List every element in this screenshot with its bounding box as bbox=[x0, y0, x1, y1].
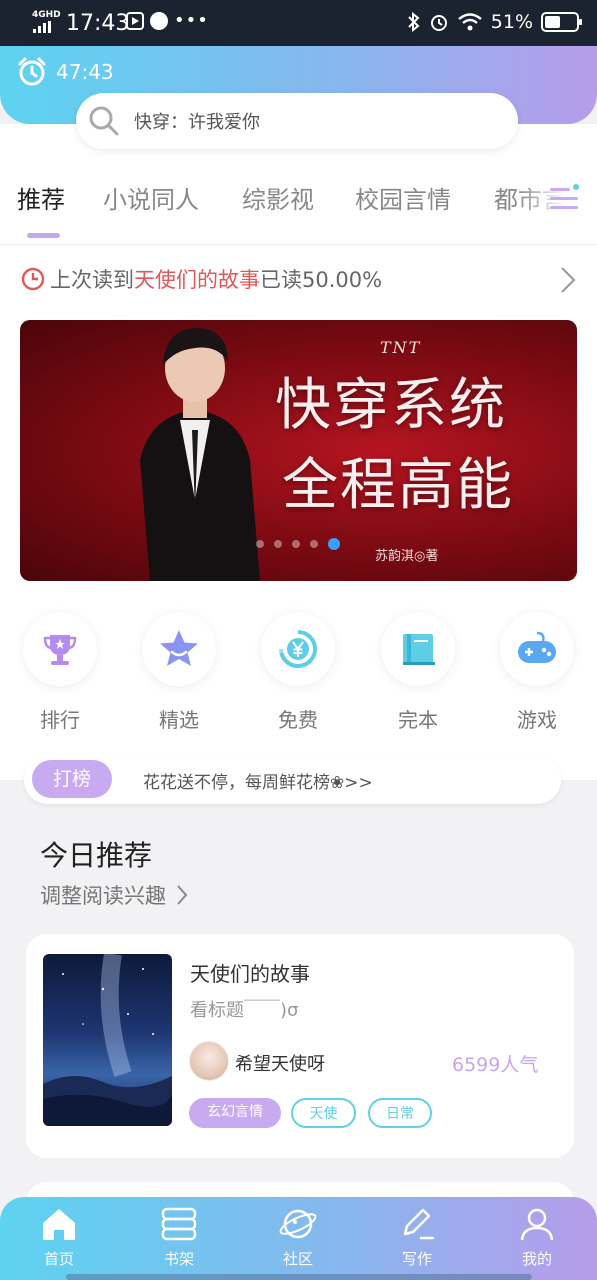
genre-tag[interactable]: 玄幻言情 bbox=[189, 1098, 281, 1128]
banner-figure bbox=[140, 328, 260, 581]
rank-badge[interactable]: 打榜 bbox=[32, 760, 112, 798]
nav-label: 我的 bbox=[521, 1250, 552, 1268]
section-title: 今日推荐 bbox=[40, 839, 153, 872]
nav-label: 写作 bbox=[401, 1250, 432, 1268]
book-cover[interactable] bbox=[43, 954, 172, 1126]
nav-home[interactable]: 首页 bbox=[24, 1206, 94, 1269]
tab-fanfic[interactable]: 小说同人 bbox=[103, 180, 199, 215]
timer-text: 47:43 bbox=[56, 60, 114, 84]
category-tabs: 推荐 小说同人 综影视 校园言情 都市言情 bbox=[0, 176, 597, 226]
chevron-right-icon bbox=[177, 885, 188, 905]
last-read-prefix: 上次读到 bbox=[50, 268, 134, 292]
gamepad-icon bbox=[518, 631, 556, 663]
banner-pagination bbox=[256, 538, 340, 550]
reading-timer[interactable]: 47:43 bbox=[16, 56, 114, 88]
quick-link-label: 排行 bbox=[40, 708, 80, 732]
app-icon bbox=[126, 12, 144, 30]
alarm-clock-icon bbox=[18, 57, 46, 86]
tab-film-tv[interactable]: 综影视 bbox=[242, 180, 314, 215]
battery-percent: 51% bbox=[490, 11, 533, 33]
clock: 17:43 bbox=[66, 11, 130, 36]
active-tab-indicator bbox=[27, 233, 60, 238]
category-menu-icon[interactable] bbox=[546, 182, 582, 216]
history-clock-icon bbox=[21, 267, 45, 291]
search-bar[interactable]: 快穿：许我爱你 bbox=[76, 93, 518, 149]
profile-icon bbox=[520, 1208, 554, 1241]
banner-dot[interactable] bbox=[256, 540, 264, 548]
banner-dot-active[interactable] bbox=[328, 538, 340, 550]
quick-link-ranking[interactable]: 排行 bbox=[20, 612, 100, 733]
book-title[interactable]: 天使们的故事 bbox=[190, 958, 310, 987]
signal-icon bbox=[33, 21, 51, 33]
quick-link-label: 完本 bbox=[398, 708, 438, 732]
adjust-interests-link[interactable]: 调整阅读兴趣 bbox=[40, 880, 188, 910]
nav-community[interactable]: 社区 bbox=[263, 1206, 333, 1269]
gesture-bar bbox=[66, 1274, 532, 1280]
write-icon bbox=[403, 1208, 435, 1240]
banner-dot[interactable] bbox=[274, 540, 282, 548]
banner-title-line2: 全程高能 bbox=[282, 453, 514, 518]
community-icon bbox=[279, 1209, 317, 1239]
home-icon bbox=[43, 1209, 75, 1240]
quick-link-label: 游戏 bbox=[517, 708, 557, 732]
banner-author: 苏韵淇◎著 bbox=[375, 549, 439, 564]
book-icon bbox=[403, 634, 435, 665]
alarm-icon bbox=[430, 15, 447, 31]
banner-title-line1: 快穿系统 bbox=[275, 373, 507, 438]
wifi-icon bbox=[458, 13, 482, 31]
tab-recommend[interactable]: 推荐 bbox=[17, 180, 65, 215]
quick-link-completed[interactable]: 完本 bbox=[378, 612, 458, 733]
search-icon bbox=[89, 106, 119, 136]
cover-art bbox=[43, 954, 172, 1126]
nav-profile[interactable]: 我的 bbox=[502, 1206, 572, 1269]
yen-coin-icon bbox=[279, 630, 318, 668]
rank-strip-text[interactable]: 花花送不停，每周鲜花榜❀>> bbox=[143, 768, 373, 793]
last-read-book: 天使们的故事 bbox=[134, 268, 260, 292]
nav-label: 社区 bbox=[282, 1250, 313, 1268]
bookshelf-icon bbox=[161, 1207, 197, 1241]
nav-bookshelf[interactable]: 书架 bbox=[144, 1206, 214, 1269]
book-description: 看标题￣￣)σ bbox=[190, 1000, 299, 1021]
quick-link-games[interactable]: 游戏 bbox=[497, 612, 577, 733]
tab-campus-romance[interactable]: 校园言情 bbox=[355, 180, 451, 215]
last-read-progress: 已读50.00% bbox=[260, 268, 383, 292]
last-read-bar[interactable]: 上次读到 天使们的故事 已读50.00% bbox=[20, 264, 382, 294]
author-name[interactable]: 希望天使呀 bbox=[235, 1050, 325, 1076]
search-placeholder: 快穿：许我爱你 bbox=[134, 112, 260, 133]
adjust-interests-label: 调整阅读兴趣 bbox=[40, 884, 166, 908]
banner-dot[interactable] bbox=[310, 540, 318, 548]
star-icon bbox=[160, 630, 198, 666]
popularity-count: 6599人气 bbox=[452, 1054, 539, 1076]
quick-link-label: 免费 bbox=[278, 708, 318, 732]
status-bar: 4GHD 17:43 ••• 51% bbox=[0, 0, 597, 46]
tabs-divider bbox=[0, 244, 597, 245]
network-type: 4GHD bbox=[32, 10, 61, 20]
nav-label: 首页 bbox=[43, 1250, 74, 1268]
trophy-icon bbox=[43, 635, 77, 665]
chevron-right-icon[interactable] bbox=[560, 266, 576, 294]
author-avatar[interactable] bbox=[189, 1041, 229, 1081]
promo-banner[interactable]: TNT 快穿系统 全程高能 苏韵淇◎著 bbox=[20, 320, 577, 581]
nav-label: 书架 bbox=[163, 1250, 194, 1268]
compass-icon bbox=[150, 12, 168, 30]
tag[interactable]: 日常 bbox=[368, 1098, 432, 1128]
banner-dot[interactable] bbox=[292, 540, 300, 548]
tag[interactable]: 天使 bbox=[291, 1098, 356, 1128]
bluetooth-icon bbox=[408, 12, 420, 32]
more-dots-icon: ••• bbox=[174, 10, 209, 31]
quick-links: 排行 精选 免费 完本 游戏 bbox=[0, 612, 597, 742]
quick-link-free[interactable]: 免费 bbox=[258, 612, 338, 733]
quick-link-featured[interactable]: 精选 bbox=[139, 612, 219, 733]
nav-write[interactable]: 写作 bbox=[382, 1206, 452, 1269]
banner-small-title: TNT bbox=[380, 338, 422, 357]
quick-link-label: 精选 bbox=[159, 708, 199, 732]
battery-icon bbox=[541, 12, 582, 32]
